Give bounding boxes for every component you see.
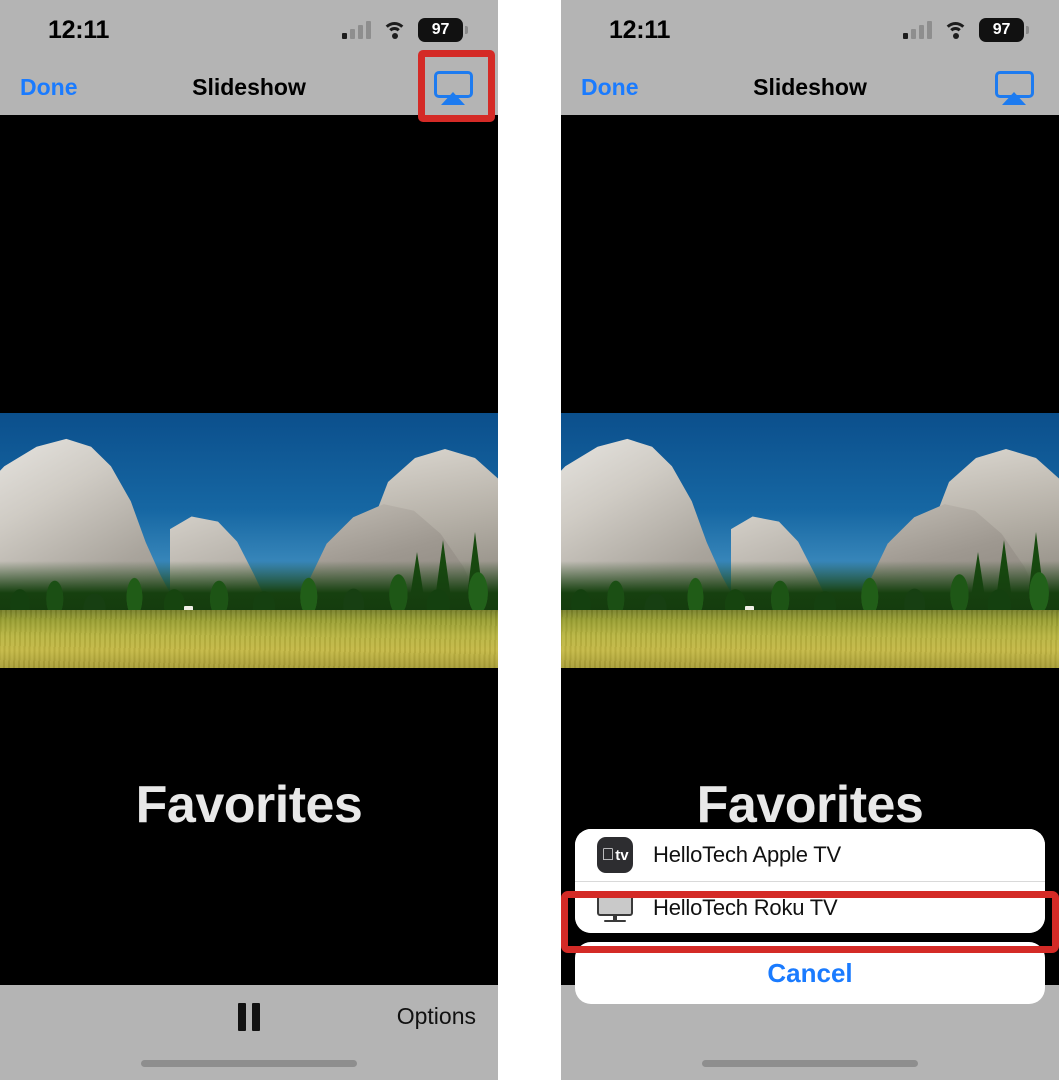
status-bar-indicators: 97 [903,18,1029,42]
slideshow-photo [561,413,1059,668]
status-bar: 12:11 97 [561,0,1059,60]
status-bar-clock: 12:11 [609,15,671,44]
battery-percent-label: 97 [431,21,450,38]
slideshow-canvas[interactable]: Favorites [0,115,498,1080]
battery-icon: 97 [979,18,1029,42]
slideshow-album-caption: Favorites [696,776,924,834]
wifi-icon [382,21,407,39]
roku-tv-icon [597,892,633,923]
status-bar: 12:11 97 [0,0,498,60]
cellular-signal-icon [903,20,932,39]
slideshow-album-caption: Favorites [135,776,363,834]
pause-icon[interactable] [238,1003,260,1031]
device-name-label: HelloTech Apple TV [653,842,841,867]
navigation-bar: Done Slideshow [561,60,1059,115]
status-bar-indicators: 97 [342,18,468,42]
airplay-device-row-apple-tv[interactable]: tv HelloTech Apple TV [575,829,1045,881]
screenshot-stage: 12:11 97 Done Slideshow Favorites Option… [0,0,1059,1080]
airplay-device-sheet: tv HelloTech Apple TV HelloTech Roku TV… [575,829,1045,1004]
cellular-signal-icon [342,20,371,39]
airplay-icon [994,70,1034,105]
battery-icon: 97 [418,18,468,42]
slideshow-photo [0,413,498,668]
navigation-bar: Done Slideshow [0,60,498,115]
battery-percent-label: 97 [992,21,1011,38]
cancel-button-label: Cancel [767,957,853,988]
options-button[interactable]: Options [397,1003,476,1030]
airplay-button[interactable] [432,70,474,106]
done-button[interactable]: Done [581,74,639,101]
airplay-icon [433,70,473,105]
apple-tv-icon: tv [597,837,633,873]
airplay-device-row-roku-tv[interactable]: HelloTech Roku TV [575,881,1045,933]
cancel-button[interactable]: Cancel [575,942,1045,1004]
status-bar-clock: 12:11 [48,15,110,44]
home-indicator[interactable] [141,1060,357,1067]
phone-screenshot-right: 12:11 97 Done Slideshow Favorites tv Hel… [561,0,1059,1080]
wifi-icon [943,21,968,39]
playback-toolbar: Options [0,985,498,1080]
phone-screenshot-left: 12:11 97 Done Slideshow Favorites Option… [0,0,498,1080]
airplay-button[interactable] [993,70,1035,106]
done-button[interactable]: Done [20,74,78,101]
device-name-label: HelloTech Roku TV [653,894,838,920]
airplay-device-list: tv HelloTech Apple TV HelloTech Roku TV [575,829,1045,933]
home-indicator[interactable] [702,1060,918,1067]
